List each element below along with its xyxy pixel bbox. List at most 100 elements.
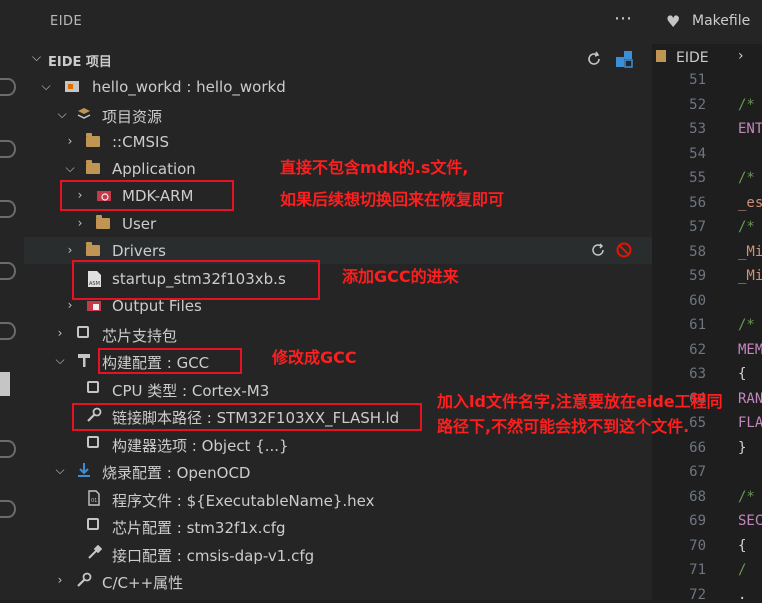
tree-item-label: User: [122, 215, 157, 233]
tree-item-label: 芯片支持包: [102, 327, 178, 345]
tree-item-interface-config[interactable]: 接口配置 : cmsis-dap-v1.cfg: [24, 540, 652, 567]
source-control-icon[interactable]: [0, 140, 16, 158]
tree-item-chip-config[interactable]: 芯片配置 : stm32f1x.cfg: [24, 512, 652, 539]
line-number: 70: [689, 537, 706, 554]
code-line: /: [738, 562, 747, 578]
line-number: 71: [689, 562, 706, 578]
code-line: }: [738, 439, 747, 456]
code-line: _Mi: [738, 243, 762, 260]
chevron-right-icon: ›: [57, 326, 63, 340]
refresh-icon[interactable]: [590, 242, 606, 258]
breadcrumb[interactable]: EIDE: [676, 50, 709, 66]
hammer-icon: [76, 352, 92, 368]
code-line: SEC: [738, 513, 762, 529]
account-icon[interactable]: [0, 500, 16, 518]
heart-icon: ♥: [666, 12, 681, 31]
tree-item-cmsis[interactable]: › ::CMSIS: [24, 128, 652, 155]
chevron-right-icon: ›: [67, 243, 73, 257]
annotation-text: 路径下,不然可能会找不到这个文件.: [437, 417, 690, 436]
line-number: 72: [689, 586, 706, 603]
file-icon: 01: [86, 490, 102, 506]
refresh-icon[interactable]: [584, 49, 604, 69]
tree-item-label: hello_workd : hello_workd: [92, 78, 286, 96]
run-icon[interactable]: [0, 200, 16, 218]
eide-icon[interactable]: [0, 372, 10, 396]
chip-icon: [86, 435, 102, 451]
code-line: .: [738, 586, 747, 603]
chevron-right-icon: ›: [738, 48, 744, 64]
tree-item-project-resources[interactable]: ⌵ 项目资源: [24, 101, 652, 128]
chevron-down-icon: ⌵: [32, 50, 42, 64]
annotation-text: 添加GCC的进来: [342, 267, 459, 286]
chevron-right-icon: ›: [67, 134, 73, 148]
tab-bar: ♥ Makefile: [652, 0, 762, 44]
search-icon[interactable]: [0, 78, 16, 96]
line-number: 60: [689, 292, 706, 309]
section-header-eide-project[interactable]: ⌵ EIDE 项目: [24, 47, 652, 71]
chevron-down-icon: ⌵: [55, 353, 65, 367]
folder-icon: [96, 215, 112, 231]
resources-icon: [76, 106, 92, 122]
extensions-icon[interactable]: [0, 262, 16, 280]
chip-icon: [76, 325, 92, 341]
line-number: 59: [689, 268, 706, 284]
chevron-down-icon: ⌵: [55, 463, 65, 477]
line-number: 61: [689, 317, 706, 333]
project-switch-icon[interactable]: [614, 49, 634, 69]
code-line: ENT: [738, 121, 762, 137]
tree-item-project[interactable]: ⌵ hello_workd : hello_workd: [24, 73, 652, 100]
tab-makefile[interactable]: Makefile: [692, 13, 750, 29]
activity-bar: [0, 0, 24, 600]
code-line: MEM: [738, 341, 762, 358]
tree-item-label: ::CMSIS: [112, 133, 169, 151]
plug-icon: [86, 544, 103, 561]
tree-item-label: 烧录配置 : OpenOCD: [102, 464, 251, 482]
code-line: RAN: [738, 390, 762, 407]
highlight-box-build-config: [98, 348, 242, 374]
more-actions-icon[interactable]: ⋯: [614, 8, 632, 29]
tree-item-label: CPU 类型 : Cortex-M3: [112, 382, 270, 400]
exclude-icon[interactable]: [616, 242, 632, 258]
tree-item-chip-support-pack[interactable]: › 芯片支持包: [24, 320, 652, 347]
line-number: 56: [689, 194, 706, 211]
tree-item-user[interactable]: › User: [24, 210, 652, 237]
line-number: 66: [689, 439, 706, 456]
annotation-text: 加入ld文件名字,注意要放在eide工程同: [437, 392, 723, 411]
annotation-text: 直接不包含mdk的.s文件,: [280, 158, 469, 177]
code-line: _Mi: [738, 268, 762, 284]
line-number: 55: [689, 170, 706, 186]
code-line: {: [738, 537, 747, 554]
code-line: _es: [738, 194, 762, 211]
annotation-text: 修改成GCC: [272, 348, 357, 367]
editor-area: ♥ Makefile EIDE › 51 52 /* 53 ENT 54 55 /* 56 _es…: [652, 0, 762, 603]
code-line: /*: [738, 219, 755, 235]
folder-icon: [86, 242, 102, 258]
debug-icon[interactable]: [0, 440, 16, 458]
tree-item-label: 构建器选项 : Object {...}: [112, 437, 289, 455]
section-label: EIDE 项目: [48, 55, 112, 70]
tree-item-label: 项目资源: [102, 108, 163, 126]
tree-item-label: 程序文件 : ${ExecutableName}.hex: [112, 492, 375, 510]
tree-item-label: C/C++属性: [102, 574, 184, 592]
chevron-down-icon: ⌵: [41, 79, 51, 93]
sidebar-title: EIDE: [50, 14, 83, 29]
highlight-box-startup-file: [72, 260, 320, 300]
line-number: 54: [689, 145, 706, 162]
folder-icon: [86, 133, 102, 149]
line-number: 58: [689, 243, 706, 260]
wrench-icon: [76, 572, 92, 588]
remote-icon[interactable]: [0, 322, 16, 340]
chip-icon: [86, 517, 102, 533]
code-line: /*: [738, 96, 755, 113]
tree-item-program-file[interactable]: 01 程序文件 : ${ExecutableName}.hex: [24, 485, 652, 512]
tree-item-flash-config[interactable]: ⌵ 烧录配置 : OpenOCD: [24, 457, 652, 484]
line-number: 51: [689, 72, 706, 88]
line-number: 69: [689, 513, 706, 529]
line-number: 52: [689, 96, 706, 113]
tree-item-label: Application: [112, 160, 196, 178]
line-number: 68: [689, 488, 706, 505]
project-icon: [64, 78, 80, 94]
code-line: /*: [738, 488, 755, 505]
highlight-box-mdk-arm: [60, 180, 234, 211]
tree-item-cpp-attributes[interactable]: › C/C++属性: [24, 567, 652, 594]
